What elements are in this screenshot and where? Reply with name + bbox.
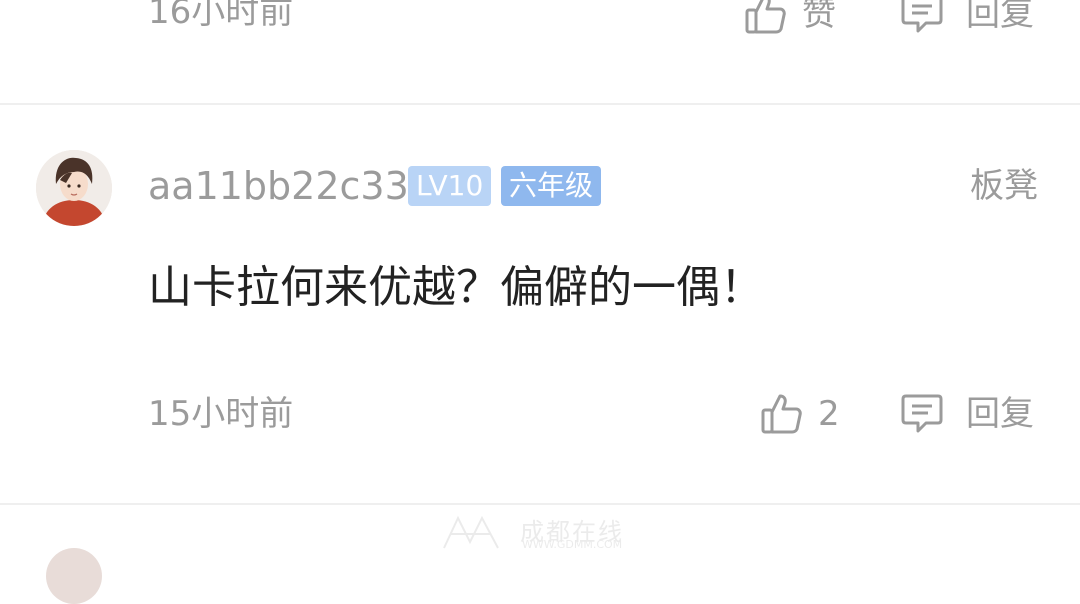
prev-reply-label: 回复: [966, 0, 1034, 34]
reply-label: 回复: [966, 394, 1034, 434]
comment-bubble-icon: [901, 0, 943, 33]
watermark-url: WWW.GDMM.COM: [522, 538, 623, 551]
level-badge: LV10: [408, 166, 492, 206]
comment-text: 山卡拉何来优越？偏僻的一偶！: [148, 262, 764, 313]
prev-like-label: 赞: [802, 0, 836, 34]
comment-bubble-icon: [901, 394, 943, 433]
username[interactable]: aa11bb22c33: [148, 164, 409, 208]
thumbs-up-icon: [761, 394, 802, 434]
avatar[interactable]: [36, 150, 112, 226]
comment-divider: [0, 503, 1080, 505]
watermark-logo-icon: [443, 515, 499, 549]
comment-divider: [0, 103, 1080, 105]
prev-comment-time: 16小时前: [148, 0, 294, 32]
thumbs-up-icon: [745, 0, 786, 34]
like-button[interactable]: 2: [760, 392, 840, 436]
prev-like-button[interactable]: 赞: [744, 0, 836, 36]
prev-reply-button[interactable]: 回复: [900, 0, 1034, 36]
next-avatar[interactable]: [46, 548, 102, 604]
floor-label: 板凳: [970, 166, 1038, 206]
grade-badge: 六年级: [501, 166, 602, 206]
watermark: 成都在线 WWW.GDMM.COM: [440, 512, 650, 552]
comment-time: 15小时前: [148, 394, 294, 434]
avatar-illustration-icon: [36, 150, 112, 226]
like-count: 2: [818, 394, 840, 434]
reply-button[interactable]: 回复: [900, 392, 1034, 436]
